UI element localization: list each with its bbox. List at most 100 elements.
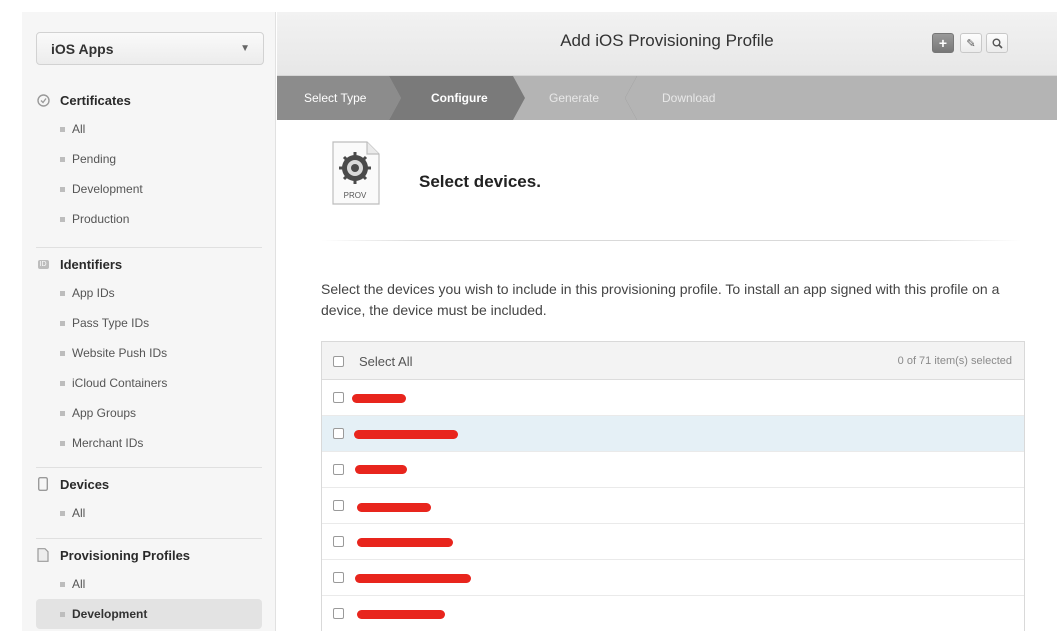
- sidebar-item-merchant-ids[interactable]: Merchant IDs: [22, 428, 276, 458]
- redaction-mark: [355, 574, 471, 583]
- search-icon: [992, 38, 1003, 49]
- search-button[interactable]: [986, 33, 1008, 53]
- sidebar-item-label: All: [72, 577, 86, 591]
- sidebar-section-identifiers: ID Identifiers App IDs Pass Type IDs Web…: [22, 250, 276, 458]
- sidebar-item-label: App IDs: [72, 286, 115, 300]
- device-checkbox[interactable]: [333, 428, 344, 439]
- page-description: Select the devices you wish to include i…: [321, 281, 1000, 318]
- page-title: Select devices.: [419, 172, 541, 191]
- select-all-label[interactable]: Select All: [359, 354, 412, 369]
- step-configure[interactable]: Configure: [431, 76, 488, 120]
- sidebar-heading-label: Identifiers: [60, 256, 123, 272]
- step-select-type[interactable]: Select Type: [304, 76, 366, 120]
- bullet-icon: [60, 350, 65, 356]
- table-row[interactable]: [322, 380, 1024, 416]
- step-separator-icon: [625, 76, 637, 120]
- sidebar-item-label: Development: [72, 607, 148, 621]
- page-header: Add iOS Provisioning Profile + ✎: [277, 12, 1057, 76]
- sidebar-item-label: Development: [72, 182, 143, 196]
- sidebar-item-profiles-all[interactable]: All: [22, 569, 276, 599]
- app-type-select-label: iOS Apps: [51, 41, 114, 57]
- table-row[interactable]: [322, 524, 1024, 560]
- sidebar-item-app-groups[interactable]: App Groups: [22, 398, 276, 428]
- table-row[interactable]: [322, 416, 1024, 452]
- svg-text:PROV: PROV: [344, 191, 367, 200]
- chevron-down-icon: ▼: [240, 43, 250, 54]
- sidebar-heading-certificates[interactable]: Certificates: [22, 86, 276, 114]
- sidebar-heading-identifiers[interactable]: ID Identifiers: [22, 250, 276, 278]
- sidebar-divider: [36, 247, 262, 248]
- bullet-icon: [60, 510, 65, 516]
- bullet-icon: [60, 581, 65, 587]
- selection-count: 0 of 71 item(s) selected: [897, 355, 1012, 367]
- device-icon: [36, 477, 50, 491]
- table-row[interactable]: [322, 560, 1024, 596]
- sidebar-item-app-ids[interactable]: App IDs: [22, 278, 276, 308]
- sidebar-heading-label: Devices: [60, 476, 110, 492]
- sidebar-item-certificates-all[interactable]: All: [22, 114, 276, 144]
- device-checkbox[interactable]: [333, 536, 344, 547]
- table-row[interactable]: [322, 452, 1024, 488]
- wizard-steps: Select Type Configure Generate Download: [277, 76, 1057, 120]
- sidebar-item-certificates-development[interactable]: Development: [22, 174, 276, 204]
- bullet-icon: [60, 410, 65, 416]
- bullet-icon: [60, 320, 65, 326]
- sidebar-item-label: Website Push IDs: [72, 346, 168, 360]
- table-row[interactable]: [322, 488, 1024, 524]
- sidebar-section-provisioning-profiles: Provisioning Profiles All Development: [22, 541, 276, 629]
- sidebar-heading-devices[interactable]: Devices: [22, 470, 276, 498]
- redaction-mark: [357, 610, 445, 619]
- select-all-checkbox[interactable]: [333, 356, 344, 367]
- redaction-mark: [357, 503, 431, 512]
- main-content: PROV Select devices. Select the devices …: [277, 120, 1057, 631]
- sidebar-section-devices: Devices All: [22, 470, 276, 528]
- sidebar-item-label: Pass Type IDs: [72, 316, 150, 330]
- device-table: Select All 0 of 71 item(s) selected: [321, 341, 1025, 631]
- sidebar-divider: [36, 467, 262, 468]
- device-checkbox[interactable]: [333, 464, 344, 475]
- redaction-mark: [357, 538, 453, 547]
- sidebar-item-label: Merchant IDs: [72, 436, 144, 450]
- bullet-icon: [60, 126, 65, 132]
- sidebar-item-label: All: [72, 506, 86, 520]
- device-checkbox[interactable]: [333, 608, 344, 619]
- sidebar-item-certificates-production[interactable]: Production: [22, 204, 276, 234]
- step-download: Download: [662, 91, 716, 105]
- device-checkbox[interactable]: [333, 500, 344, 511]
- sidebar-item-website-push-ids[interactable]: Website Push IDs: [22, 338, 276, 368]
- bullet-icon: [60, 216, 65, 222]
- sidebar-item-label: App Groups: [72, 406, 137, 420]
- device-checkbox[interactable]: [333, 572, 344, 583]
- redaction-mark: [352, 394, 406, 403]
- sidebar-item-label: Production: [72, 212, 130, 226]
- sidebar-heading-provisioning-profiles[interactable]: Provisioning Profiles: [22, 541, 276, 569]
- sidebar-item-icloud-containers[interactable]: iCloud Containers: [22, 368, 276, 398]
- sidebar-item-devices-all[interactable]: All: [22, 498, 276, 528]
- device-checkbox[interactable]: [333, 392, 344, 403]
- sidebar-heading-label: Certificates: [60, 92, 131, 108]
- table-row[interactable]: [322, 596, 1024, 631]
- sidebar-item-label: All: [72, 122, 86, 136]
- edit-button[interactable]: ✎: [960, 33, 982, 53]
- divider: [321, 240, 1021, 241]
- edit-icon: ✎: [966, 37, 976, 50]
- sidebar-item-label: iCloud Containers: [72, 376, 168, 390]
- bullet-icon: [60, 611, 65, 617]
- sidebar-item-profiles-development[interactable]: Development: [36, 599, 262, 629]
- bullet-icon: [60, 290, 65, 296]
- app-type-select[interactable]: iOS Apps ▼: [36, 32, 264, 65]
- table-header: Select All 0 of 71 item(s) selected: [322, 342, 1024, 380]
- bullet-icon: [60, 440, 65, 446]
- sidebar: iOS Apps ▼ Certificates All Pending Deve…: [22, 12, 276, 631]
- bullet-icon: [60, 380, 65, 386]
- sidebar-heading-label: Provisioning Profiles: [60, 547, 191, 563]
- sidebar-divider: [36, 538, 262, 539]
- redaction-mark: [355, 465, 407, 474]
- add-button[interactable]: +: [932, 33, 954, 53]
- sidebar-item-label: Pending: [72, 152, 117, 166]
- bullet-icon: [60, 156, 65, 162]
- step-generate: Generate: [549, 91, 600, 105]
- sidebar-item-certificates-pending[interactable]: Pending: [22, 144, 276, 174]
- sidebar-item-pass-type-ids[interactable]: Pass Type IDs: [22, 308, 276, 338]
- provisioning-profile-icon: PROV: [331, 140, 381, 206]
